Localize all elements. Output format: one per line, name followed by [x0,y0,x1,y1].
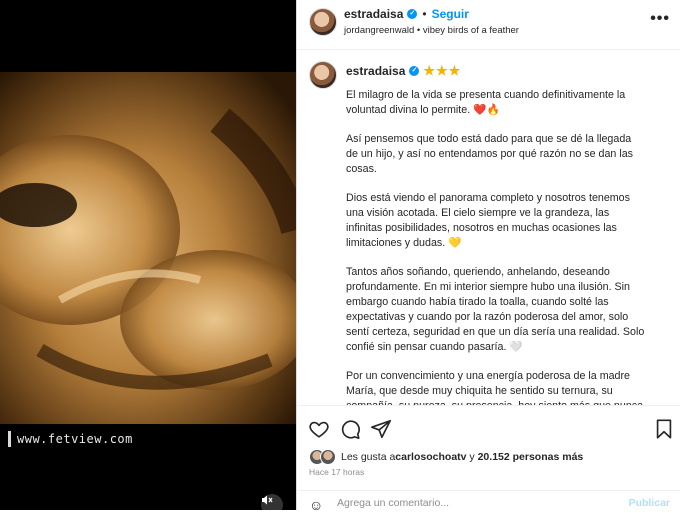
caption-username[interactable]: estradaisa [346,64,405,78]
caption-paragraph: Por un convencimiento y una energía pode… [346,370,643,405]
separator-dot: • [422,7,427,21]
liker-avatar [320,449,336,465]
avatar[interactable] [309,8,337,36]
likes-summary[interactable]: Les gusta a carlosochoatv y 20.152 perso… [309,449,583,465]
likes-prefix: Les gusta a [341,451,396,463]
post-media[interactable]: www.fetview.com [0,0,296,510]
likes-first-user[interactable]: carlosochoatv [395,451,466,463]
bookmark-icon[interactable] [653,418,675,440]
likes-middle: y [466,451,478,463]
audio-track: vibey birds of a feather [422,25,519,36]
comment-input[interactable] [337,497,597,509]
caption-user-row: estradaisa ✓ ★★★ [346,63,461,79]
caption-paragraph: El milagro de la vida se presenta cuando… [346,89,626,116]
likes-count[interactable]: 20.152 personas más [478,451,584,463]
caption-paragraph: Así pensemos que todo está dado para que… [346,133,633,175]
post-header: estradaisa ✓ • Seguir jordangreenwald • … [297,0,680,50]
speaker-muted-icon [262,495,273,505]
mute-button[interactable] [261,494,283,510]
stars-emoji: ★★★ [423,63,462,78]
caption-section: estradaisa ✓ ★★★ El milagro de la vida s… [297,49,680,405]
header-user-row: estradaisa ✓ • Seguir [344,7,469,21]
caption-paragraph: Dios está viendo el panorama completo y … [346,192,630,249]
watermark-text: www.fetview.com [17,432,133,446]
post-timestamp: Hace 17 horas [309,467,365,477]
more-options-icon[interactable]: ••• [650,10,670,28]
media-watermark: www.fetview.com [8,428,296,450]
comment-icon[interactable] [339,418,361,440]
heart-icon[interactable] [308,418,330,440]
caption-paragraph: Tantos años soñando, queriendo, anheland… [346,266,645,353]
header-username[interactable]: estradaisa [344,7,403,21]
emoji-icon[interactable]: ☺ [309,497,323,513]
audio-attribution[interactable]: jordangreenwald • vibey birds of a feath… [344,25,519,36]
audio-artist: jordangreenwald [344,25,415,36]
send-icon[interactable] [370,418,392,440]
verified-badge-icon: ✓ [409,66,420,76]
post-panel: estradaisa ✓ • Seguir jordangreenwald • … [296,0,680,513]
action-bar [297,405,680,450]
audio-separator: • [416,25,421,36]
follow-button[interactable]: Seguir [432,7,469,21]
comment-bar: ☺ Publicar [297,490,680,513]
watermark-bar [8,431,11,447]
caption-avatar[interactable] [309,61,337,89]
publish-button[interactable]: Publicar [629,497,670,509]
verified-badge-icon: ✓ [407,9,418,19]
caption-text: El milagro de la vida se presenta cuando… [346,88,646,405]
